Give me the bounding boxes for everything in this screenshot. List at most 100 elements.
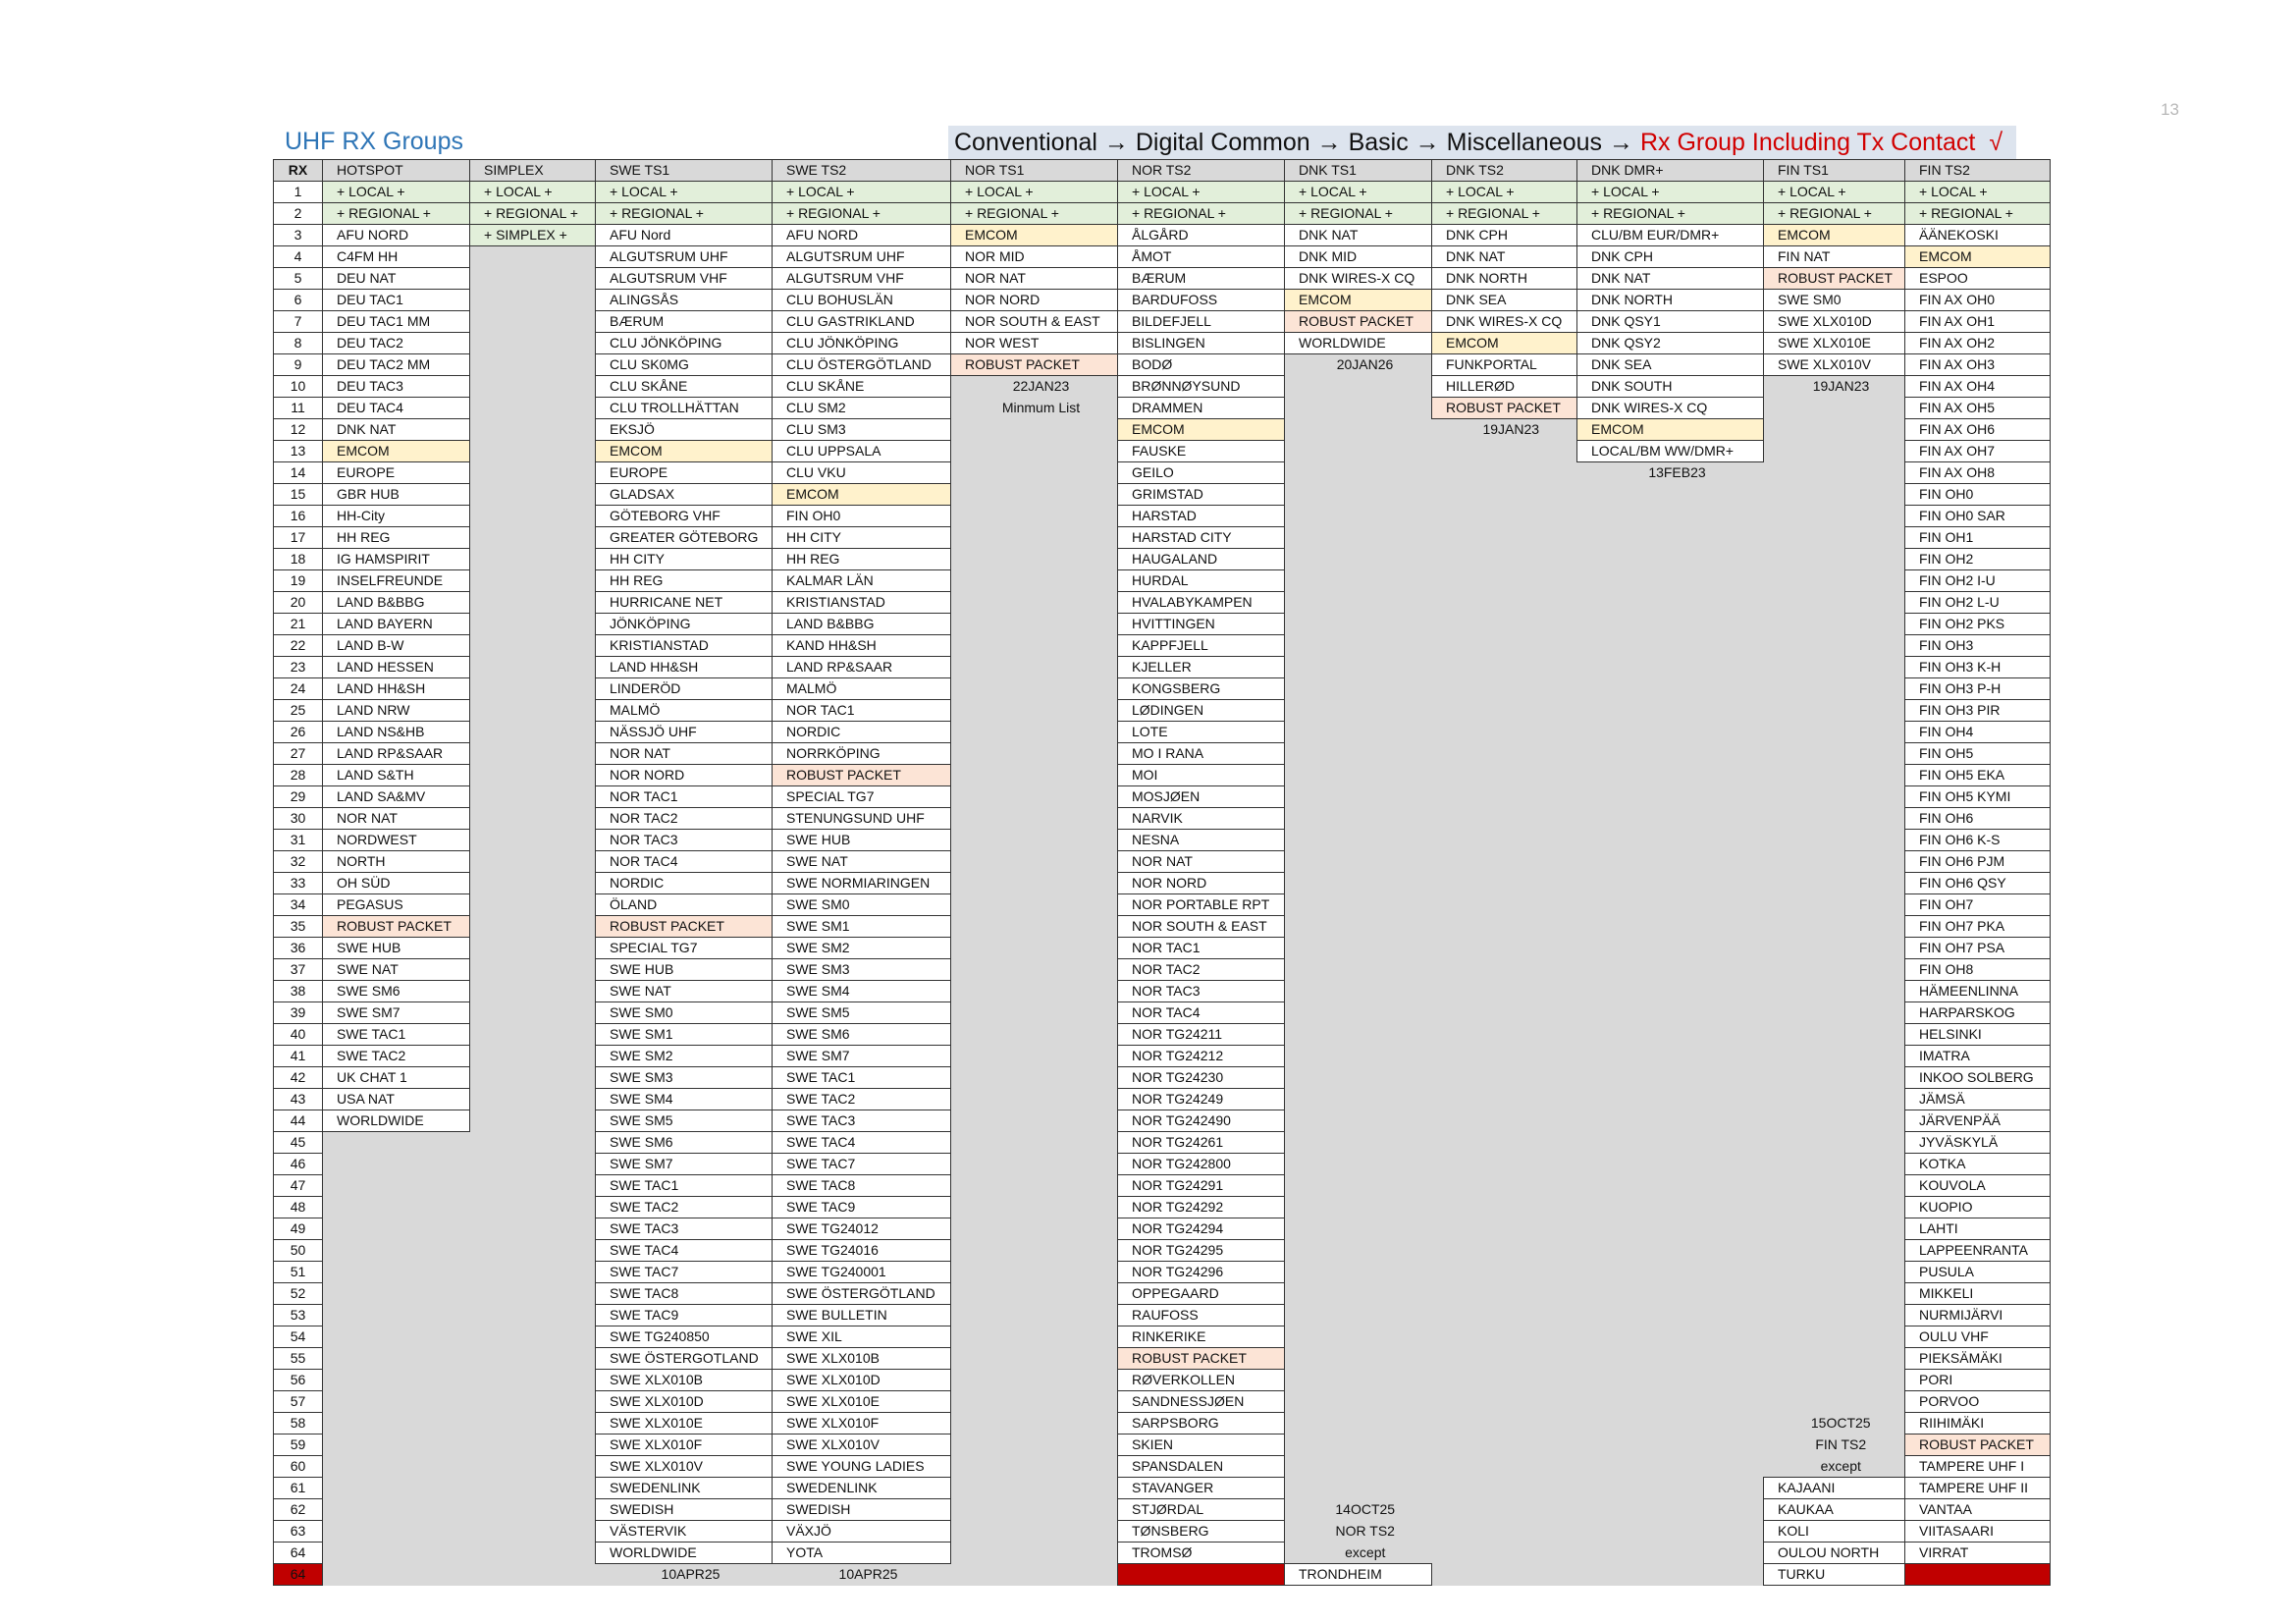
table-row: 31 NORDWEST NOR TAC3 SWE HUB NESNA FIN OH6 K-… — [273, 829, 2051, 851]
empty-cell — [1763, 656, 1905, 678]
rx-number: 45 — [273, 1131, 323, 1154]
table-row: 61 SWEDENLINK SWEDENLINK STAVANGER KAJAANI TA… — [273, 1477, 2051, 1499]
empty-cell — [469, 418, 596, 441]
group-cell-dnk-ts2: DNK WIRES-X CQ — [1431, 310, 1577, 333]
rx-number: 11 — [273, 397, 323, 419]
empty-cell — [1284, 699, 1432, 722]
group-cell-simplex: + SIMPLEX + — [469, 224, 596, 246]
empty-cell — [1431, 1088, 1577, 1110]
empty-cell — [1576, 1023, 1764, 1046]
empty-cell — [469, 785, 596, 808]
table-row: 9 DEU TAC2 MM CLU SK0MG CLU ÖSTERGÖTLAND ROB… — [273, 353, 2051, 376]
table-row: 2 + REGIONAL + + REGIONAL + + REGIONAL + + R… — [273, 202, 2051, 225]
empty-cell — [1284, 937, 1432, 959]
group-cell-fin-ts2: JYVÄSKYLÄ — [1904, 1131, 2051, 1154]
empty-cell — [1431, 548, 1577, 570]
empty-cell — [1284, 1131, 1432, 1154]
menu-path-digital-common: Digital Common — [1135, 129, 1310, 156]
empty-cell — [1284, 1066, 1432, 1089]
empty-cell — [469, 1563, 596, 1586]
rx-number: 47 — [273, 1174, 323, 1197]
empty-cell — [469, 721, 596, 743]
empty-cell — [950, 569, 1118, 592]
group-cell-hotspot: + REGIONAL + — [322, 202, 470, 225]
empty-cell — [1763, 1369, 1905, 1391]
group-cell-swe-ts2: SWE SM0 — [772, 893, 951, 916]
group-cell-swe-ts2: CLU SM3 — [772, 418, 951, 441]
group-cell-fin-ts2: FIN OH6 QSY — [1904, 872, 2051, 894]
table-row: 24 LAND HH&SH LINDERÖD MALMÖ KONGSBERG FIN OH… — [273, 677, 2051, 700]
empty-cell — [1763, 785, 1905, 808]
rx-number: 56 — [273, 1369, 323, 1391]
empty-cell — [1576, 1066, 1764, 1089]
table-row: 44 WORLDWIDE SWE SM5 SWE TAC3 NOR TG242490 JÄ… — [273, 1110, 2051, 1132]
group-cell-fin-ts2: TAMPERE UHF II — [1904, 1477, 2051, 1499]
group-cell-hotspot: AFU NORD — [322, 224, 470, 246]
rx-number: 6 — [273, 289, 323, 311]
group-cell-hotspot: DEU NAT — [322, 267, 470, 290]
empty-cell — [322, 1347, 470, 1370]
group-cell-hotspot: LAND B-W — [322, 634, 470, 657]
empty-cell — [1431, 483, 1577, 506]
empty-cell — [1576, 613, 1764, 635]
table-row: 33 OH SÜD NORDIC SWE NORMIARINGEN NOR NORD FI… — [273, 872, 2051, 894]
table-row: 23 LAND HESSEN LAND HH&SH LAND RP&SAAR KJELL… — [273, 656, 2051, 678]
group-cell-simplex: + REGIONAL + — [469, 202, 596, 225]
group-cell-nor-ts2: KONGSBERG — [1117, 677, 1285, 700]
group-cell-fin-ts2: PORVOO — [1904, 1390, 2051, 1413]
empty-cell — [469, 807, 596, 830]
empty-cell — [1763, 548, 1905, 570]
group-cell-swe-ts2: SWE BULLETIN — [772, 1304, 951, 1326]
empty-cell — [1576, 785, 1764, 808]
note-cell-dnk-ts1: 14OCT25 — [1284, 1498, 1432, 1521]
empty-cell — [950, 915, 1118, 938]
group-cell-nor-ts2: + REGIONAL + — [1117, 202, 1285, 225]
group-cell-swe-ts1: BÆRUM — [595, 310, 773, 333]
empty-cell — [1576, 1455, 1764, 1478]
empty-cell — [469, 1261, 596, 1283]
group-cell-swe-ts1: SWE SM0 — [595, 1001, 773, 1024]
note-cell-swe-ts1: 10APR25 — [595, 1563, 773, 1586]
menu-path: Conventional → Digital Common → Basic → … — [948, 126, 2016, 159]
group-cell-swe-ts2: STENUNGSUND UHF — [772, 807, 951, 830]
rx-number: 26 — [273, 721, 323, 743]
group-cell-swe-ts1: JÖNKÖPING — [595, 613, 773, 635]
group-cell-hotspot: USA NAT — [322, 1088, 470, 1110]
empty-cell — [469, 915, 596, 938]
group-cell-hotspot: WORLDWIDE — [322, 1110, 470, 1132]
group-cell-swe-ts2: SWE HUB — [772, 829, 951, 851]
empty-cell — [1763, 418, 1905, 441]
group-cell-dnk-dmr: DNK QSY2 — [1576, 332, 1764, 354]
empty-cell — [1763, 461, 1905, 484]
empty-cell — [1284, 1390, 1432, 1413]
note-cell-fin-ts1: FIN TS2 — [1763, 1434, 1905, 1456]
empty-cell — [950, 1218, 1118, 1240]
empty-cell — [469, 1326, 596, 1348]
rx-number: 37 — [273, 958, 323, 981]
group-cell-fin-ts2: LAHTI — [1904, 1218, 2051, 1240]
group-cell-swe-ts1: SWE TAC3 — [595, 1218, 773, 1240]
group-cell-swe-ts1: LAND HH&SH — [595, 656, 773, 678]
empty-cell — [1431, 1498, 1577, 1521]
group-cell-hotspot: SWE SM6 — [322, 980, 470, 1002]
table-row: 56 SWE XLX010B SWE XLX010D RØVERKOLLEN PORI — [273, 1369, 2051, 1391]
empty-cell — [1431, 958, 1577, 981]
empty-cell — [1431, 1304, 1577, 1326]
empty-cell — [322, 1304, 470, 1326]
group-cell-hotspot: LAND S&TH — [322, 764, 470, 786]
group-cell-nor-ts2: NOR TAC3 — [1117, 980, 1285, 1002]
empty-cell — [950, 634, 1118, 657]
empty-cell — [1431, 850, 1577, 873]
group-cell-hotspot: LAND NS&HB — [322, 721, 470, 743]
empty-cell — [469, 1520, 596, 1543]
menu-path-basic: Basic — [1348, 129, 1409, 156]
group-cell-hotspot: DEU TAC1 MM — [322, 310, 470, 333]
empty-cell — [1576, 1153, 1764, 1175]
table-row: 12 DNK NAT EKSJÖ CLU SM3 EMCOM 19JAN23 EMCOM FI… — [273, 418, 2051, 441]
empty-cell — [950, 548, 1118, 570]
group-cell-nor-ts2: HVALABYKAMPEN — [1117, 591, 1285, 614]
empty-cell — [1431, 1520, 1577, 1543]
group-cell-dnk-dmr: DNK CPH — [1576, 245, 1764, 268]
group-cell-nor-ts2: MOSJØEN — [1117, 785, 1285, 808]
group-cell-swe-ts2: SWE SM5 — [772, 1001, 951, 1024]
